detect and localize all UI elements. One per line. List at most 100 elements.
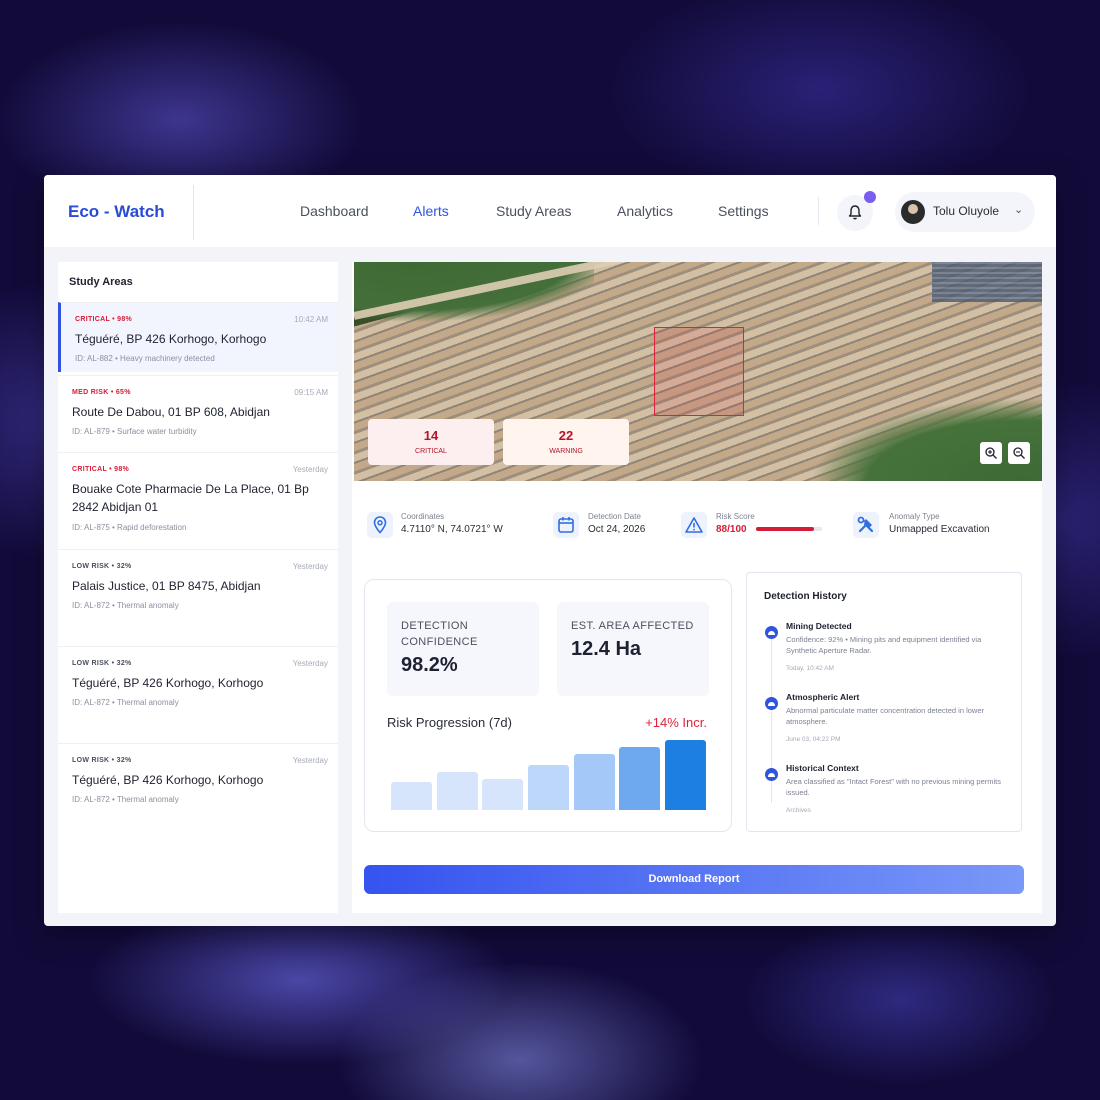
alert-location: Route De Dabou, 01 BP 608, Abidjan [72, 405, 270, 419]
risk-tag: LOW RISK • 32% [72, 660, 132, 667]
user-name: Tolu Oluyole [933, 204, 1000, 218]
calendar-icon [553, 512, 579, 538]
risk-tag: CRITICAL • 98% [72, 466, 130, 473]
event-description: Area classified as "Intact Forest" with … [786, 777, 1001, 797]
detection-date-label: Detection Date [588, 512, 641, 521]
warning-count-card: 22 WARNING [503, 419, 629, 465]
event-description: Confidence: 92% • Mining pits and equipm… [786, 635, 982, 655]
risk-bar-5 [573, 754, 615, 810]
coordinates-value: 4.7110° N, 74.0721° W [401, 524, 503, 535]
zoom-in-icon [985, 447, 997, 459]
alert-time: Yesterday [292, 465, 328, 474]
event-title: Atmospheric Alert [786, 692, 860, 702]
confidence-card: DETECTION CONFIDENCE 98.2% [387, 602, 539, 696]
area-value: 12.4 Ha [571, 638, 642, 660]
alert-time: Yesterday [292, 562, 328, 571]
alert-item[interactable]: LOW RISK • 32% Yesterday Téguéré, BP 426… [58, 743, 338, 840]
alert-location: Bouake Cote Pharmacie De La Place, 01 Bp… [72, 482, 309, 514]
forest-area [782, 371, 1042, 481]
solar-field [932, 262, 1042, 302]
alert-meta: ID: AL-872 • Thermal anomaly [72, 795, 179, 804]
app-window: Eco - Watch Dashboard Alerts Study Areas… [44, 175, 1056, 926]
chevron-down-icon: ⌄ [1014, 204, 1024, 216]
alert-time: Yesterday [292, 659, 328, 668]
zoom-in-button[interactable] [980, 442, 1002, 464]
zoom-out-button[interactable] [1008, 442, 1030, 464]
nav-alerts[interactable]: Alerts [413, 203, 449, 219]
risk-progression-chart [391, 740, 706, 810]
risk-score-fill [756, 527, 815, 531]
risk-bar-2 [436, 771, 478, 810]
user-menu[interactable]: Tolu Oluyole ⌄ [895, 192, 1035, 232]
satellite-image: 14 CRITICAL 22 WARNING [354, 262, 1042, 481]
event-time: Archives [786, 807, 811, 814]
nav-dashboard[interactable]: Dashboard [300, 203, 369, 219]
risk-tag: MED RISK • 65% [72, 389, 131, 396]
history-title: Detection History [764, 591, 847, 602]
top-header: Eco - Watch Dashboard Alerts Study Areas… [44, 175, 1056, 247]
alert-time: 10:42 AM [294, 315, 328, 324]
alert-detail-panel: 14 CRITICAL 22 WARNING Coordinates 4.711… [352, 262, 1042, 913]
event-description: Abnormal particulate matter concentratio… [786, 706, 985, 726]
download-report-button[interactable]: Download Report [364, 865, 1024, 894]
alert-item[interactable]: LOW RISK • 32% Yesterday Téguéré, BP 426… [58, 646, 338, 743]
avatar [901, 200, 925, 224]
risk-bar-6 [619, 747, 661, 810]
coordinates-label: Coordinates [401, 512, 445, 521]
alert-meta: ID: AL-882 • Heavy machinery detected [75, 354, 215, 363]
alert-location: Palais Justice, 01 BP 8475, Abidjan [72, 579, 261, 593]
alert-meta: ID: AL-875 • Rapid deforestation [72, 523, 187, 532]
alert-meta: ID: AL-872 • Thermal anomaly [72, 698, 179, 707]
alert-time: Yesterday [292, 756, 328, 765]
risk-progression-delta: +14% Incr. [645, 715, 707, 730]
nav-analytics[interactable]: Analytics [617, 203, 673, 219]
atmosphere-event-icon [765, 697, 778, 710]
warning-label: WARNING [549, 448, 583, 455]
notification-badge [864, 191, 876, 203]
risk-score-label: Risk Score [716, 512, 755, 521]
brand-logo[interactable]: Eco - Watch [68, 202, 165, 222]
risk-score-bar [756, 527, 822, 531]
event-title: Historical Context [786, 763, 859, 773]
alert-meta: ID: AL-879 • Surface water turbidity [72, 427, 197, 436]
anomaly-type-value: Unmapped Excavation [889, 524, 990, 535]
risk-progression-title: Risk Progression (7d) [387, 715, 512, 730]
alert-item[interactable]: CRITICAL • 98% Yesterday Bouake Cote Pha… [58, 452, 338, 549]
confidence-value: 98.2% [401, 654, 458, 676]
nav-settings[interactable]: Settings [718, 203, 769, 219]
area-label: EST. AREA AFFECTED [571, 620, 694, 632]
bell-icon [848, 205, 862, 220]
alert-meta: ID: AL-872 • Thermal anomaly [72, 601, 179, 610]
history-event-icon [765, 768, 778, 781]
critical-count-card: 14 CRITICAL [368, 419, 494, 465]
zoom-out-icon [1013, 447, 1025, 459]
risk-score-value: 88/100 [716, 524, 747, 535]
event-title: Mining Detected [786, 621, 852, 631]
alert-time: 09:15 AM [294, 388, 328, 397]
detection-history-panel: Detection History Mining Detected Confid… [746, 572, 1022, 832]
study-areas-sidebar: Study Areas CRITICAL • 98% 10:42 AM Tégu… [58, 262, 338, 913]
brand-divider [193, 185, 194, 240]
alert-item[interactable]: LOW RISK • 32% Yesterday Palais Justice,… [58, 549, 338, 646]
risk-bar-1 [391, 782, 432, 810]
header-divider [818, 197, 819, 225]
location-pin-icon [367, 512, 393, 538]
sidebar-title: Study Areas [69, 276, 133, 288]
alert-item[interactable]: CRITICAL • 98% 10:42 AM Téguéré, BP 426 … [58, 302, 338, 372]
warning-count: 22 [558, 428, 574, 443]
event-time: June 03, 04:22 PM [786, 736, 841, 743]
critical-label: CRITICAL [415, 448, 447, 455]
alert-item[interactable]: MED RISK • 65% 09:15 AM Route De Dabou, … [58, 375, 338, 452]
alert-location: Téguéré, BP 426 Korhogo, Korhogo [75, 332, 267, 346]
detection-date-value: Oct 24, 2026 [588, 524, 646, 535]
area-card: EST. AREA AFFECTED 12.4 Ha [557, 602, 709, 696]
alert-location: Téguéré, BP 426 Korhogo, Korhogo [72, 773, 264, 787]
alert-location: Téguéré, BP 426 Korhogo, Korhogo [72, 676, 264, 690]
risk-tag: LOW RISK • 32% [72, 757, 132, 764]
nav-study-areas[interactable]: Study Areas [496, 203, 572, 219]
risk-bar-4 [528, 764, 569, 810]
confidence-label: DETECTION CONFIDENCE [401, 620, 478, 648]
risk-bar-3 [482, 778, 524, 810]
anomaly-highlight[interactable] [654, 327, 744, 416]
anomaly-type-label: Anomaly Type [889, 512, 940, 521]
